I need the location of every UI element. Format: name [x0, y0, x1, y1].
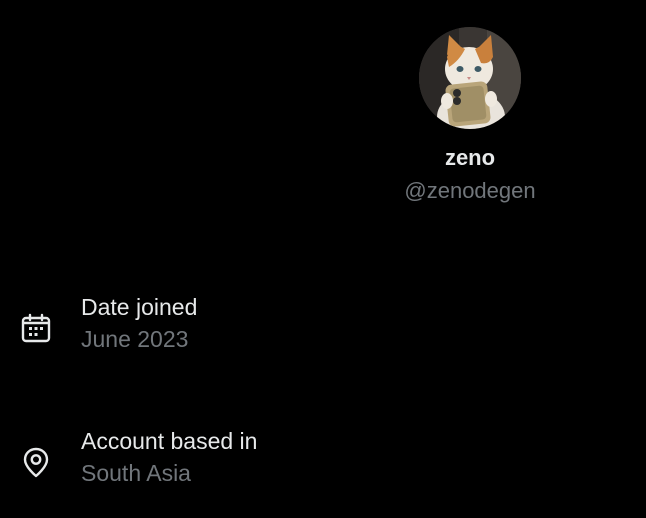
- date-joined-row: Date joined June 2023: [0, 291, 646, 361]
- account-location-value: South Asia: [81, 460, 191, 486]
- account-location-label: Account based in: [81, 428, 258, 454]
- date-joined-value: June 2023: [81, 326, 189, 352]
- account-location-row: Account based in South Asia: [0, 425, 646, 495]
- profile-avatar[interactable]: [419, 27, 521, 129]
- location-pin-icon: [20, 446, 52, 478]
- date-joined-label: Date joined: [81, 294, 198, 320]
- cat-avatar-image: [419, 27, 521, 129]
- display-name: zeno: [444, 145, 496, 170]
- calendar-icon: [20, 312, 52, 344]
- user-handle: @zenodegen: [404, 178, 536, 203]
